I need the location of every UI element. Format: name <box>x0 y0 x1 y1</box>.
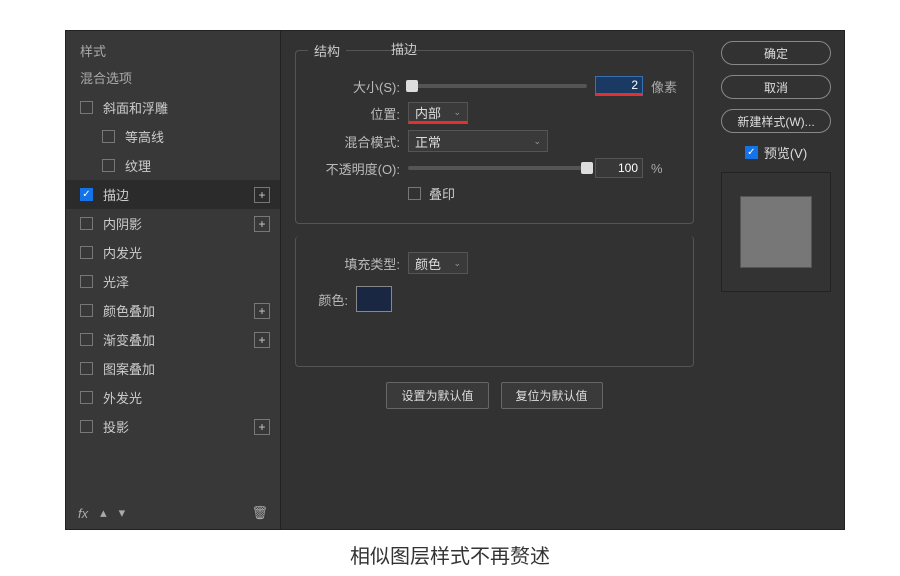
sidebar-item-satin[interactable]: 光泽 <box>66 267 280 296</box>
action-row: 设置为默认值 复位为默认值 <box>295 382 694 409</box>
checkbox-icon[interactable] <box>80 246 93 259</box>
sidebar-item-label: 投影 <box>103 417 129 436</box>
sidebar-item-contour[interactable]: 等高线 <box>66 122 280 151</box>
checkbox-icon[interactable] <box>102 159 115 172</box>
sidebar-item-gradientoverlay[interactable]: 渐变叠加 + <box>66 325 280 354</box>
color-swatch[interactable] <box>356 286 392 312</box>
preview-swatch <box>740 196 812 268</box>
sidebar-item-label: 描边 <box>103 185 129 204</box>
reset-default-button[interactable]: 复位为默认值 <box>501 382 603 409</box>
position-select[interactable]: 内部 ⌄ <box>408 102 468 124</box>
arrow-up-icon[interactable]: ▴ <box>100 505 107 521</box>
sidebar-item-label: 内阴影 <box>103 214 142 233</box>
sidebar-item-label: 颜色叠加 <box>103 301 155 320</box>
panel-title: 描边 <box>391 39 417 58</box>
checkbox-icon[interactable] <box>80 217 93 230</box>
ok-button[interactable]: 确定 <box>721 41 831 65</box>
add-icon[interactable]: + <box>254 187 270 203</box>
opacity-label: 不透明度(O): <box>308 159 400 178</box>
sidebar-footer: fx ▴ ▾ 🗑 <box>66 497 280 529</box>
chevron-down-icon: ⌄ <box>453 107 461 118</box>
sidebar-item-innerglow[interactable]: 内发光 <box>66 238 280 267</box>
sidebar-item-outerglow[interactable]: 外发光 <box>66 383 280 412</box>
sidebar-item-label: 图案叠加 <box>103 359 155 378</box>
select-value: 内部 <box>415 103 441 122</box>
checkbox-icon[interactable] <box>80 304 93 317</box>
sidebar-item-label: 斜面和浮雕 <box>103 98 168 117</box>
select-value: 正常 <box>415 132 441 151</box>
main-panel: 结构 大小(S): 像素 位置: 内部⌄ 混合模式: 正常⌄ 不透明度(O): … <box>281 31 708 529</box>
add-icon[interactable]: + <box>254 332 270 348</box>
chevron-down-icon: ⌄ <box>453 258 461 269</box>
checkbox-icon[interactable] <box>80 275 93 288</box>
arrow-down-icon[interactable]: ▾ <box>119 505 126 521</box>
preview-label: 预览(V) <box>764 143 807 162</box>
sidebar-item-label: 纹理 <box>125 156 151 175</box>
newstyle-button[interactable]: 新建样式(W)... <box>721 109 831 133</box>
blendmode-select[interactable]: 正常 ⌄ <box>408 130 548 152</box>
sidebar: 样式 混合选项 斜面和浮雕 等高线 纹理 ✓ 描边 + 内阴影 + 内发光 光泽 颜色… <box>66 31 281 529</box>
position-label: 位置: <box>308 104 400 123</box>
caption-text: 相似图层样式不再赘述 <box>0 540 900 569</box>
checkbox-icon[interactable] <box>80 420 93 433</box>
set-default-button[interactable]: 设置为默认值 <box>386 382 488 409</box>
chevron-down-icon: ⌄ <box>533 136 541 147</box>
sidebar-item-label: 光泽 <box>103 272 129 291</box>
blendmode-label: 混合模式: <box>308 132 400 151</box>
checkbox-icon[interactable]: ✓ <box>80 188 93 201</box>
overprint-checkbox[interactable] <box>408 187 421 200</box>
checkbox-icon[interactable] <box>80 101 93 114</box>
structure-group: 结构 大小(S): 像素 位置: 内部⌄ 混合模式: 正常⌄ 不透明度(O): … <box>295 41 694 224</box>
add-icon[interactable]: + <box>254 216 270 232</box>
preview-box <box>721 172 831 292</box>
fill-group: 填充类型: 颜色 ⌄ 颜色: <box>295 236 694 367</box>
preview-toggle[interactable]: ✓ 预览(V) <box>745 143 807 162</box>
filltype-label: 填充类型: <box>308 254 400 273</box>
checkbox-icon[interactable]: ✓ <box>745 146 758 159</box>
sidebar-item-patternoverlay[interactable]: 图案叠加 <box>66 354 280 383</box>
size-unit: 像素 <box>651 77 681 96</box>
opacity-unit: % <box>651 161 681 176</box>
size-slider[interactable] <box>408 84 587 88</box>
size-label: 大小(S): <box>308 77 400 96</box>
overprint-label: 叠印 <box>429 184 455 203</box>
trash-icon[interactable]: 🗑 <box>251 505 268 521</box>
sidebar-item-coloroverlay[interactable]: 颜色叠加 + <box>66 296 280 325</box>
sidebar-item-dropshadow[interactable]: 投影 + <box>66 412 280 441</box>
styles-header: 样式 <box>66 31 280 66</box>
add-icon[interactable]: + <box>254 303 270 319</box>
color-label: 颜色: <box>308 290 348 309</box>
add-icon[interactable]: + <box>254 419 270 435</box>
sidebar-item-label: 外发光 <box>103 388 142 407</box>
select-value: 颜色 <box>415 254 441 273</box>
sidebar-item-stroke[interactable]: ✓ 描边 + <box>66 180 280 209</box>
checkbox-icon[interactable] <box>102 130 115 143</box>
sidebar-item-texture[interactable]: 纹理 <box>66 151 280 180</box>
filltype-select[interactable]: 颜色 ⌄ <box>408 252 468 274</box>
checkbox-icon[interactable] <box>80 333 93 346</box>
opacity-input[interactable] <box>595 158 643 178</box>
blend-options-header[interactable]: 混合选项 <box>66 66 280 93</box>
structure-legend: 结构 <box>308 41 346 60</box>
sidebar-item-label: 等高线 <box>125 127 164 146</box>
checkbox-icon[interactable] <box>80 362 93 375</box>
size-input[interactable] <box>595 76 643 96</box>
opacity-slider[interactable] <box>408 166 587 170</box>
sidebar-item-label: 内发光 <box>103 243 142 262</box>
fx-icon[interactable]: fx <box>78 506 88 521</box>
sidebar-item-label: 渐变叠加 <box>103 330 155 349</box>
sidebar-item-innershadow[interactable]: 内阴影 + <box>66 209 280 238</box>
right-panel: 确定 取消 新建样式(W)... ✓ 预览(V) <box>708 31 844 529</box>
cancel-button[interactable]: 取消 <box>721 75 831 99</box>
checkbox-icon[interactable] <box>80 391 93 404</box>
sidebar-item-bevel[interactable]: 斜面和浮雕 <box>66 93 280 122</box>
